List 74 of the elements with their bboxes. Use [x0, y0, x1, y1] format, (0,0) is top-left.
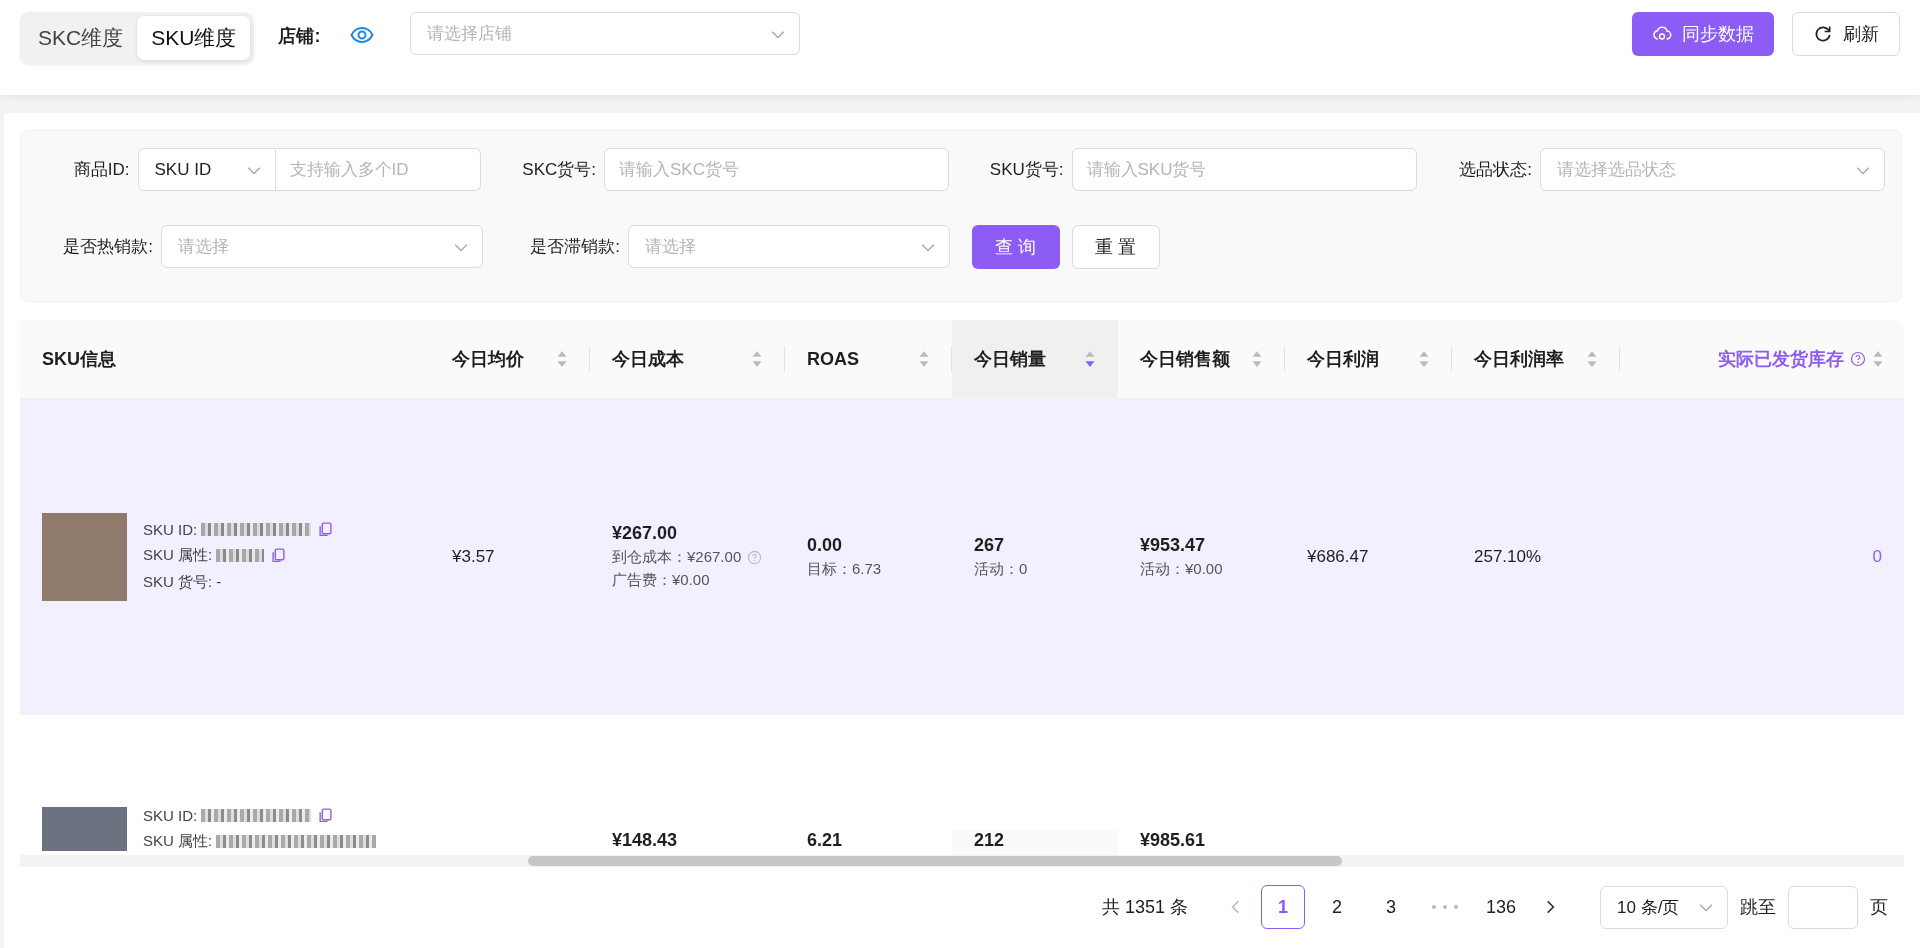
filter-label: 商品ID: [73, 159, 130, 181]
dimension-tab[interactable]: SKU维度 [137, 16, 251, 60]
table-cell: 6.21 [807, 830, 843, 851]
cell-detail: 活动：¥0.00 [1140, 559, 1223, 579]
page-button[interactable]: 1 [1260, 885, 1305, 929]
column-header[interactable]: 今日成本 [612, 347, 684, 371]
cell-detail: 活动：0 [974, 559, 1028, 579]
cell-detail: 到仓成本：¥267.00 [612, 548, 742, 567]
table-cell: ¥3.57 [452, 546, 495, 567]
text-input[interactable]: 请输入SKU货号 [1071, 148, 1417, 191]
id-input[interactable]: 支持输入多个ID [275, 148, 481, 191]
filter-label: SKU货号: [989, 159, 1064, 181]
sort-icon[interactable] [1418, 350, 1430, 368]
table-row[interactable]: SKU ID: SKU 属性: SKU 货号: - ¥3.57 ¥267.00 到仓成本：¥267.00 广告费：¥0.00 0.00 目标：6.73 267 活动：0 ¥953.47 活动：¥0.00 ¥686.47 257.10% 0 [20, 398, 1904, 715]
column-header[interactable]: SKU信息 [42, 347, 116, 371]
table-cell-text: ¥267.00 [612, 523, 679, 544]
sort-icon[interactable] [1586, 350, 1598, 368]
table-cell: ¥985.61 [1140, 830, 1206, 851]
refresh-icon [1813, 24, 1833, 44]
sort-icon[interactable] [751, 350, 763, 368]
column-header[interactable]: 今日均价 [452, 347, 524, 371]
sku-field-label: SKU 属性: [143, 546, 213, 565]
table-cell: ¥686.47 [1307, 546, 1369, 567]
id-type-select[interactable]: SKU ID [137, 148, 276, 191]
copy-icon[interactable] [319, 522, 333, 537]
page-jump-input[interactable] [1788, 885, 1858, 929]
page-size-select[interactable]: 10 条/页 [1600, 885, 1728, 929]
copy-icon[interactable] [319, 808, 333, 823]
help-icon[interactable] [1850, 351, 1866, 367]
filter-label: 选品状态: [1459, 159, 1532, 181]
horizontal-scrollbar[interactable] [20, 855, 1904, 867]
column-header[interactable]: 今日利润 [1307, 347, 1379, 371]
total-count: 共 1351 条 [1101, 896, 1188, 919]
table-cell: ¥148.43 [612, 830, 678, 851]
column-header[interactable]: 今日销量 [974, 347, 1046, 371]
column-header[interactable]: 实际已发货库存 [1718, 347, 1844, 371]
filter-label: 是否滞销款: [530, 236, 620, 258]
sort-icon[interactable] [1872, 350, 1884, 368]
page-button[interactable]: 136 [1476, 885, 1525, 929]
column-header[interactable]: 今日利润率 [1474, 347, 1564, 371]
filter-label: 是否热销款: [63, 236, 153, 258]
cell-detail: 目标：6.73 [807, 559, 882, 579]
sku-field-label: SKU ID: [143, 807, 198, 824]
stock-link[interactable]: 0 [1872, 546, 1882, 567]
sort-icon[interactable] [1084, 350, 1096, 368]
dimension-tab[interactable]: SKC维度 [24, 16, 138, 60]
cell-detail: 广告费：¥0.00 [612, 571, 710, 590]
table-cell: 212 [974, 830, 1005, 851]
filter-label: SKC货号: [522, 159, 596, 181]
copy-icon[interactable] [272, 548, 286, 563]
store-label: 店铺: [278, 25, 321, 48]
sort-icon[interactable] [918, 350, 930, 368]
text-input[interactable]: 请输入SKC货号 [604, 148, 949, 191]
search-button[interactable]: 查 询 [972, 224, 1060, 269]
table-cell-text: 0.00 [807, 534, 844, 556]
sku-field-label: SKU 属性: [143, 832, 213, 851]
sku-field-label: SKU 货号: - [143, 573, 222, 592]
table-cell: 257.10% [1474, 546, 1542, 567]
sort-icon[interactable] [556, 350, 568, 368]
table-cell-text: ¥953.47 [1140, 534, 1207, 556]
ellipsis-icon[interactable] [1429, 904, 1460, 910]
column-header[interactable]: ROAS [807, 348, 859, 370]
table-cell-text: 267 [974, 534, 1006, 556]
sync-button[interactable]: 同步数据 [1632, 12, 1774, 56]
jump-label: 跳至 [1740, 896, 1776, 919]
help-icon[interactable] [747, 550, 763, 565]
page-suffix: 页 [1870, 896, 1888, 919]
column-header[interactable]: 今日销售额 [1140, 347, 1230, 371]
refresh-button[interactable]: 刷新 [1792, 12, 1900, 56]
sku-field-label: SKU ID: [143, 521, 198, 538]
page-button[interactable]: 3 [1368, 885, 1413, 929]
reset-button[interactable]: 重 置 [1072, 224, 1160, 269]
page-button[interactable]: 2 [1314, 885, 1359, 929]
sort-icon[interactable] [1251, 350, 1263, 368]
